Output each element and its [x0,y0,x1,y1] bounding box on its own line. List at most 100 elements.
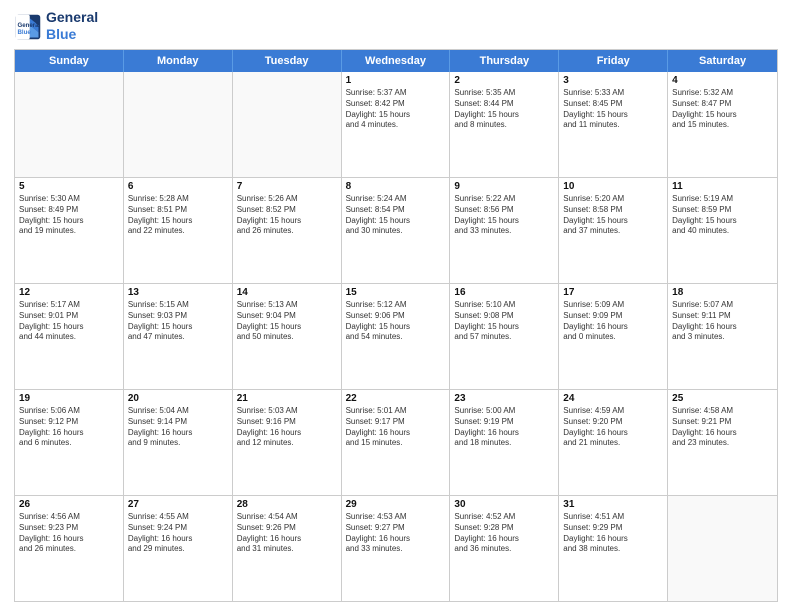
cell-info: Sunrise: 5:04 AM Sunset: 9:14 PM Dayligh… [128,406,228,449]
cal-cell-2: 2Sunrise: 5:35 AM Sunset: 8:44 PM Daylig… [450,72,559,177]
day-number: 26 [19,499,119,510]
cal-cell-25: 25 Sunrise: 4:58 AM Sunset: 9:21 PM Dayli… [668,390,777,495]
svg-text:General: General [18,22,41,29]
cal-cell-30: 30 Sunrise: 4:52 AM Sunset: 9:28 PM Dayli… [450,496,559,601]
cal-cell-8: 8 Sunrise: 5:24 AM Sunset: 8:54 PM Daylig… [342,178,451,283]
header: General Blue GeneralBlue [14,10,778,43]
cell-info: Sunrise: 5:17 AM Sunset: 9:01 PM Dayligh… [19,300,119,343]
cal-cell-28: 28 Sunrise: 4:54 AM Sunset: 9:26 PM Dayli… [233,496,342,601]
calendar-header-row: SundayMondayTuesdayWednesdayThursdayFrid… [15,50,777,72]
cell-info: Sunrise: 5:24 AM Sunset: 8:54 PM Dayligh… [346,194,446,237]
cell-info: Sunrise: 5:06 AM Sunset: 9:12 PM Dayligh… [19,406,119,449]
day-number: 29 [346,499,446,510]
logo-icon: General Blue [14,13,42,41]
cal-cell-18: 18Sunrise: 5:07 AM Sunset: 9:11 PM Dayli… [668,284,777,389]
cal-cell-4: 4 Sunrise: 5:32 AM Sunset: 8:47 PM Daylig… [668,72,777,177]
cell-info: Sunrise: 5:33 AM Sunset: 8:45 PM Dayligh… [563,88,663,131]
cal-cell-26: 26 Sunrise: 4:56 AM Sunset: 9:23 PM Dayli… [15,496,124,601]
cell-info: Sunrise: 5:30 AM Sunset: 8:49 PM Dayligh… [19,194,119,237]
day-number: 19 [19,393,119,404]
header-day-saturday: Saturday [668,50,777,72]
cal-cell-16: 16 Sunrise: 5:10 AM Sunset: 9:08 PM Dayli… [450,284,559,389]
header-day-friday: Friday [559,50,668,72]
day-number: 15 [346,287,446,298]
cell-info: Sunrise: 4:51 AM Sunset: 9:29 PM Dayligh… [563,512,663,555]
cal-cell-empty-0-1 [124,72,233,177]
cell-info: Sunrise: 4:58 AM Sunset: 9:21 PM Dayligh… [672,406,773,449]
day-number: 3 [563,75,663,86]
cell-info: Sunrise: 5:32 AM Sunset: 8:47 PM Dayligh… [672,88,773,131]
day-number: 17 [563,287,663,298]
cal-cell-14: 14Sunrise: 5:13 AM Sunset: 9:04 PM Dayli… [233,284,342,389]
day-number: 28 [237,499,337,510]
day-number: 27 [128,499,228,510]
cell-info: Sunrise: 5:10 AM Sunset: 9:08 PM Dayligh… [454,300,554,343]
header-day-tuesday: Tuesday [233,50,342,72]
day-number: 7 [237,181,337,192]
header-day-wednesday: Wednesday [342,50,451,72]
cal-cell-empty-0-2 [233,72,342,177]
cal-cell-29: 29Sunrise: 4:53 AM Sunset: 9:27 PM Dayli… [342,496,451,601]
day-number: 4 [672,75,773,86]
cal-cell-7: 7 Sunrise: 5:26 AM Sunset: 8:52 PM Daylig… [233,178,342,283]
cal-cell-empty-4-6 [668,496,777,601]
cell-info: Sunrise: 4:52 AM Sunset: 9:28 PM Dayligh… [454,512,554,555]
header-day-thursday: Thursday [450,50,559,72]
logo: General Blue GeneralBlue [14,10,98,43]
day-number: 23 [454,393,554,404]
day-number: 24 [563,393,663,404]
day-number: 9 [454,181,554,192]
logo-text: GeneralBlue [46,10,98,43]
cell-info: Sunrise: 5:26 AM Sunset: 8:52 PM Dayligh… [237,194,337,237]
header-day-sunday: Sunday [15,50,124,72]
cell-info: Sunrise: 5:01 AM Sunset: 9:17 PM Dayligh… [346,406,446,449]
cal-cell-3: 3 Sunrise: 5:33 AM Sunset: 8:45 PM Daylig… [559,72,668,177]
cal-cell-9: 9 Sunrise: 5:22 AM Sunset: 8:56 PM Daylig… [450,178,559,283]
svg-text:Blue: Blue [18,29,32,36]
cal-cell-5: 5Sunrise: 5:30 AM Sunset: 8:49 PM Daylig… [15,178,124,283]
cell-info: Sunrise: 4:56 AM Sunset: 9:23 PM Dayligh… [19,512,119,555]
cal-cell-13: 13Sunrise: 5:15 AM Sunset: 9:03 PM Dayli… [124,284,233,389]
day-number: 20 [128,393,228,404]
cal-cell-12: 12 Sunrise: 5:17 AM Sunset: 9:01 PM Dayli… [15,284,124,389]
cal-cell-15: 15 Sunrise: 5:12 AM Sunset: 9:06 PM Dayli… [342,284,451,389]
cal-cell-23: 23 Sunrise: 5:00 AM Sunset: 9:19 PM Dayli… [450,390,559,495]
day-number: 6 [128,181,228,192]
cell-info: Sunrise: 5:28 AM Sunset: 8:51 PM Dayligh… [128,194,228,237]
cell-info: Sunrise: 5:22 AM Sunset: 8:56 PM Dayligh… [454,194,554,237]
cal-cell-11: 11 Sunrise: 5:19 AM Sunset: 8:59 PM Dayli… [668,178,777,283]
week-row-3: 12 Sunrise: 5:17 AM Sunset: 9:01 PM Dayli… [15,283,777,389]
cell-info: Sunrise: 4:59 AM Sunset: 9:20 PM Dayligh… [563,406,663,449]
cal-cell-empty-0-0 [15,72,124,177]
week-row-4: 19 Sunrise: 5:06 AM Sunset: 9:12 PM Dayli… [15,389,777,495]
cal-cell-22: 22Sunrise: 5:01 AM Sunset: 9:17 PM Dayli… [342,390,451,495]
day-number: 30 [454,499,554,510]
day-number: 16 [454,287,554,298]
cell-info: Sunrise: 4:54 AM Sunset: 9:26 PM Dayligh… [237,512,337,555]
calendar-body: 1 Sunrise: 5:37 AM Sunset: 8:42 PM Daylig… [15,72,777,601]
day-number: 21 [237,393,337,404]
day-number: 11 [672,181,773,192]
day-number: 12 [19,287,119,298]
cell-info: Sunrise: 5:00 AM Sunset: 9:19 PM Dayligh… [454,406,554,449]
day-number: 25 [672,393,773,404]
cell-info: Sunrise: 5:13 AM Sunset: 9:04 PM Dayligh… [237,300,337,343]
cal-cell-20: 20 Sunrise: 5:04 AM Sunset: 9:14 PM Dayli… [124,390,233,495]
cal-cell-27: 27Sunrise: 4:55 AM Sunset: 9:24 PM Dayli… [124,496,233,601]
day-number: 31 [563,499,663,510]
cal-cell-21: 21 Sunrise: 5:03 AM Sunset: 9:16 PM Dayli… [233,390,342,495]
day-number: 8 [346,181,446,192]
cell-info: Sunrise: 5:12 AM Sunset: 9:06 PM Dayligh… [346,300,446,343]
cell-info: Sunrise: 5:19 AM Sunset: 8:59 PM Dayligh… [672,194,773,237]
cal-cell-6: 6 Sunrise: 5:28 AM Sunset: 8:51 PM Daylig… [124,178,233,283]
week-row-2: 5Sunrise: 5:30 AM Sunset: 8:49 PM Daylig… [15,177,777,283]
cell-info: Sunrise: 5:15 AM Sunset: 9:03 PM Dayligh… [128,300,228,343]
cal-cell-10: 10Sunrise: 5:20 AM Sunset: 8:58 PM Dayli… [559,178,668,283]
cal-cell-31: 31 Sunrise: 4:51 AM Sunset: 9:29 PM Dayli… [559,496,668,601]
header-day-monday: Monday [124,50,233,72]
cal-cell-19: 19 Sunrise: 5:06 AM Sunset: 9:12 PM Dayli… [15,390,124,495]
day-number: 1 [346,75,446,86]
cell-info: Sunrise: 5:03 AM Sunset: 9:16 PM Dayligh… [237,406,337,449]
day-number: 18 [672,287,773,298]
cell-info: Sunrise: 5:37 AM Sunset: 8:42 PM Dayligh… [346,88,446,131]
